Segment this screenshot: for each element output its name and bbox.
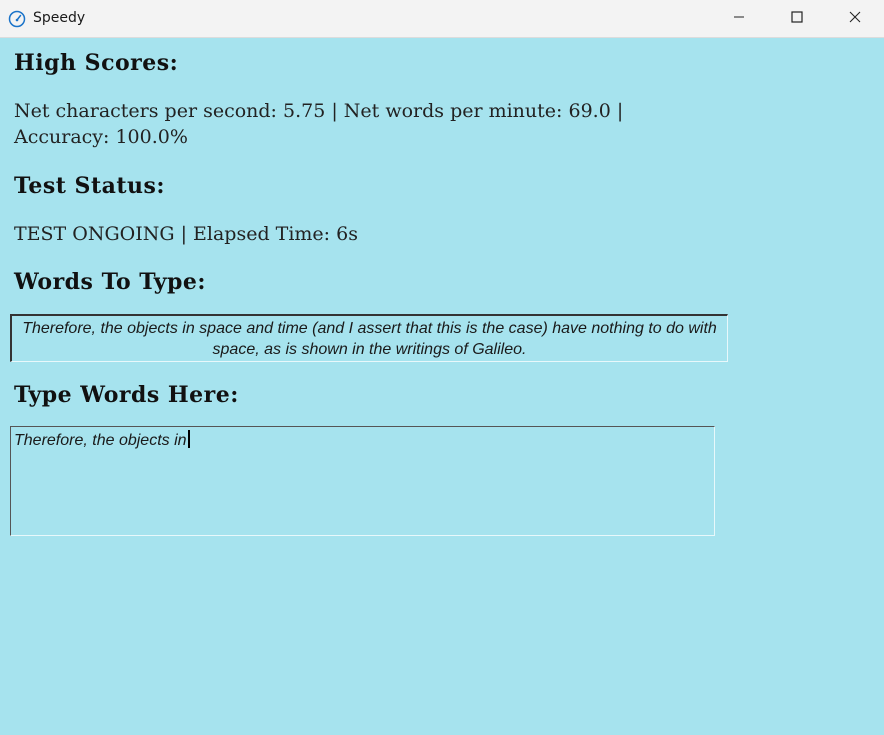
minimize-icon — [733, 10, 745, 28]
high-scores-heading: High Scores: — [14, 50, 179, 76]
title-bar[interactable]: Speedy — [0, 0, 884, 38]
app-window: Speedy High Scores: Net characters per s… — [0, 0, 884, 735]
type-words-heading: Type Words Here: — [14, 382, 239, 408]
test-status-heading: Test Status: — [14, 173, 166, 199]
window-title: Speedy — [33, 10, 86, 26]
high-scores-line-2: Accuracy: 100.0% — [14, 126, 188, 148]
words-to-type-display: Therefore, the objects in space and time… — [10, 314, 728, 362]
words-to-type-heading: Words To Type: — [14, 269, 207, 295]
minimize-button[interactable] — [710, 0, 768, 37]
text-caret — [187, 430, 190, 448]
speedometer-icon — [8, 10, 26, 28]
test-status-text: TEST ONGOING | Elapsed Time: 6s — [14, 223, 358, 245]
maximize-icon — [791, 10, 803, 28]
close-icon — [849, 10, 861, 28]
main-content: High Scores: Net characters per second: … — [0, 39, 884, 735]
typing-input[interactable]: Therefore, the objects in — [10, 426, 715, 536]
maximize-button[interactable] — [768, 0, 826, 37]
close-button[interactable] — [826, 0, 884, 37]
typed-text: Therefore, the objects in — [14, 432, 187, 449]
high-scores-line-1: Net characters per second: 5.75 | Net wo… — [14, 100, 624, 122]
